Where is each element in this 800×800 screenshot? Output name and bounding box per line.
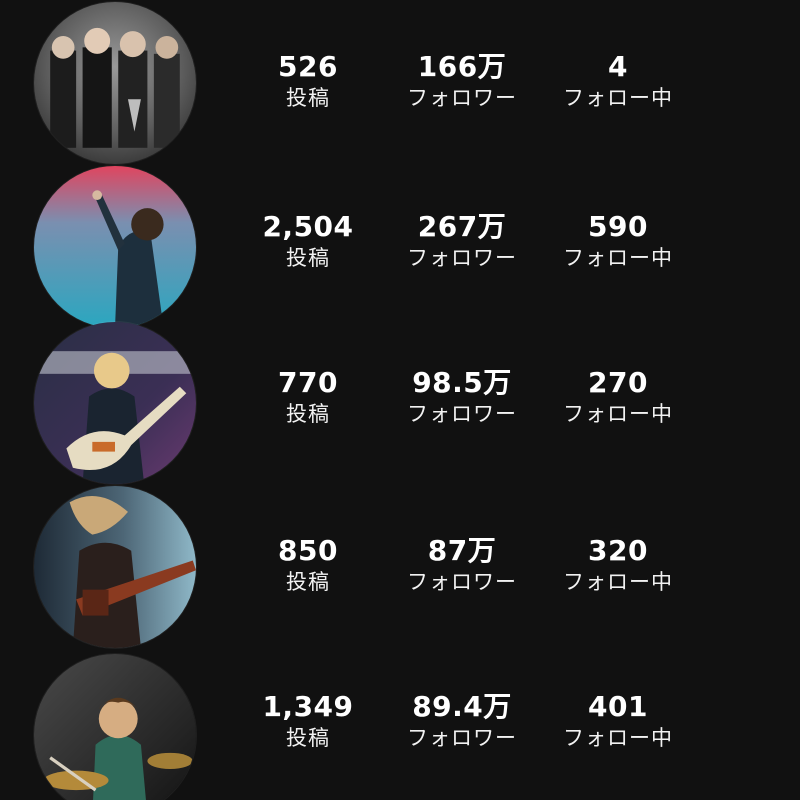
- posts-stat: 1,349 投稿: [238, 690, 378, 752]
- posts-stat: 770 投稿: [238, 366, 378, 428]
- following-count: 4: [608, 50, 628, 83]
- followers-label: フォロワー: [407, 570, 517, 594]
- followers-stat[interactable]: 89.4万 フォロワー: [392, 690, 532, 752]
- posts-count: 2,504: [262, 210, 354, 243]
- following-count: 270: [588, 366, 648, 399]
- followers-count: 166万: [417, 50, 507, 83]
- following-count: 590: [588, 210, 648, 243]
- vocalist-on-stage-photo: [34, 166, 196, 328]
- following-label: フォロー中: [563, 402, 673, 426]
- followers-label: フォロワー: [407, 86, 517, 110]
- drummer-photo: [34, 654, 196, 800]
- followers-stat[interactable]: 267万 フォロワー: [392, 210, 532, 272]
- following-count: 401: [588, 690, 648, 723]
- posts-stat: 2,504 投稿: [238, 210, 378, 272]
- followers-count: 267万: [417, 210, 507, 243]
- posts-stat: 526 投稿: [238, 50, 378, 112]
- following-label: フォロー中: [563, 246, 673, 270]
- followers-stat[interactable]: 166万 フォロワー: [392, 50, 532, 112]
- posts-count: 850: [278, 534, 338, 567]
- posts-label: 投稿: [286, 246, 330, 270]
- avatar[interactable]: [34, 486, 196, 648]
- following-label: フォロー中: [563, 726, 673, 750]
- following-count: 320: [588, 534, 648, 567]
- posts-stat: 850 投稿: [238, 534, 378, 596]
- posts-label: 投稿: [286, 86, 330, 110]
- followers-stat[interactable]: 87万 フォロワー: [392, 534, 532, 596]
- profile-stats-screen: 526 投稿 166万 フォロワー 4 フォロー中 2,504 投稿 267万 …: [0, 0, 800, 800]
- avatar[interactable]: [34, 2, 196, 164]
- posts-count: 1,349: [262, 690, 354, 723]
- following-stat[interactable]: 590 フォロー中: [548, 210, 688, 272]
- following-stat[interactable]: 270 フォロー中: [548, 366, 688, 428]
- followers-stat[interactable]: 98.5万 フォロワー: [392, 366, 532, 428]
- followers-label: フォロワー: [407, 246, 517, 270]
- profile-row: 1,349 投稿 89.4万 フォロワー 401 フォロー中: [0, 640, 800, 800]
- following-stat[interactable]: 320 フォロー中: [548, 534, 688, 596]
- avatar[interactable]: [34, 166, 196, 328]
- posts-count: 770: [278, 366, 338, 399]
- profile-row: 526 投稿 166万 フォロワー 4 フォロー中: [0, 0, 800, 164]
- avatar[interactable]: [34, 322, 196, 484]
- following-stat[interactable]: 401 フォロー中: [548, 690, 688, 752]
- followers-label: フォロワー: [407, 402, 517, 426]
- profile-row: 770 投稿 98.5万 フォロワー 270 フォロー中: [0, 320, 800, 484]
- bassist-photo: [34, 486, 196, 648]
- posts-label: 投稿: [286, 570, 330, 594]
- profile-row: 2,504 投稿 267万 フォロワー 590 フォロー中: [0, 160, 800, 328]
- followers-count: 89.4万: [412, 690, 512, 723]
- following-stat[interactable]: 4 フォロー中: [548, 50, 688, 112]
- posts-count: 526: [278, 50, 338, 83]
- posts-label: 投稿: [286, 726, 330, 750]
- posts-label: 投稿: [286, 402, 330, 426]
- following-label: フォロー中: [563, 570, 673, 594]
- profile-row: 850 投稿 87万 フォロワー 320 フォロー中: [0, 480, 800, 648]
- followers-label: フォロワー: [407, 726, 517, 750]
- avatar[interactable]: [34, 654, 196, 800]
- followers-count: 98.5万: [412, 366, 512, 399]
- band-group-photo: [34, 2, 196, 164]
- guitarist-photo: [34, 322, 196, 484]
- following-label: フォロー中: [563, 86, 673, 110]
- followers-count: 87万: [427, 534, 497, 567]
